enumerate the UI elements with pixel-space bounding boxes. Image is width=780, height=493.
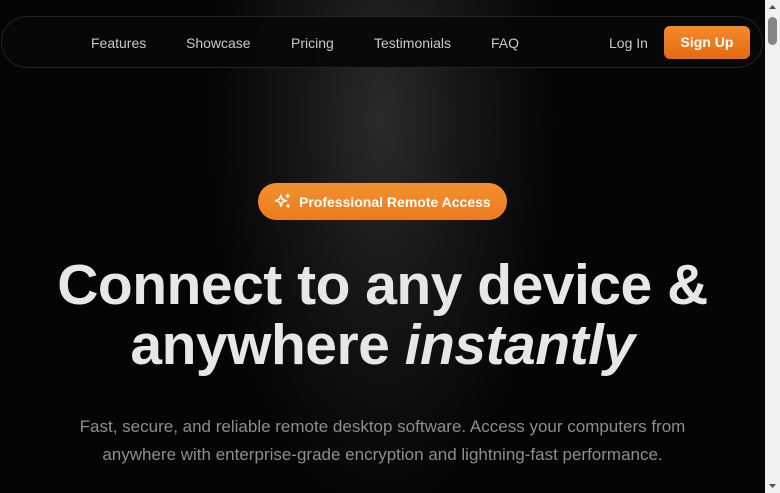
nav-link-features[interactable]: Features bbox=[91, 35, 146, 51]
scroll-up-arrow-icon[interactable] bbox=[765, 0, 780, 15]
hero-subtitle: Fast, secure, and reliable remote deskto… bbox=[40, 413, 725, 469]
top-navbar: Features Showcase Pricing Testimonials F… bbox=[1, 16, 763, 68]
page-viewport: Features Showcase Pricing Testimonials F… bbox=[0, 0, 765, 493]
signup-button[interactable]: Sign Up bbox=[664, 26, 750, 59]
hero-subtitle-line1: Fast, secure, and reliable remote deskto… bbox=[79, 417, 686, 436]
hero-title-emphasis: instantly bbox=[404, 313, 635, 377]
nav-link-faq[interactable]: FAQ bbox=[491, 35, 519, 51]
nav-link-pricing[interactable]: Pricing bbox=[291, 35, 334, 51]
hero-title-line2: anywhere bbox=[130, 313, 390, 377]
hero-title-line1: Connect to any device & bbox=[57, 253, 708, 317]
nav-link-testimonials[interactable]: Testimonials bbox=[374, 35, 451, 51]
scroll-down-arrow-icon[interactable] bbox=[765, 478, 780, 493]
vertical-scrollbar[interactable] bbox=[765, 0, 780, 493]
nav-link-showcase[interactable]: Showcase bbox=[186, 35, 251, 51]
scrollbar-thumb[interactable] bbox=[768, 17, 777, 45]
hero-title: Connect to any device & anywhere instant… bbox=[0, 255, 765, 375]
badge-label: Professional Remote Access bbox=[299, 194, 491, 210]
hero-subtitle-line2: anywhere with enterprise-grade encryptio… bbox=[102, 445, 663, 464]
hero-badge: Professional Remote Access bbox=[258, 183, 507, 220]
login-link[interactable]: Log In bbox=[609, 35, 648, 51]
sparkle-icon bbox=[274, 193, 290, 208]
